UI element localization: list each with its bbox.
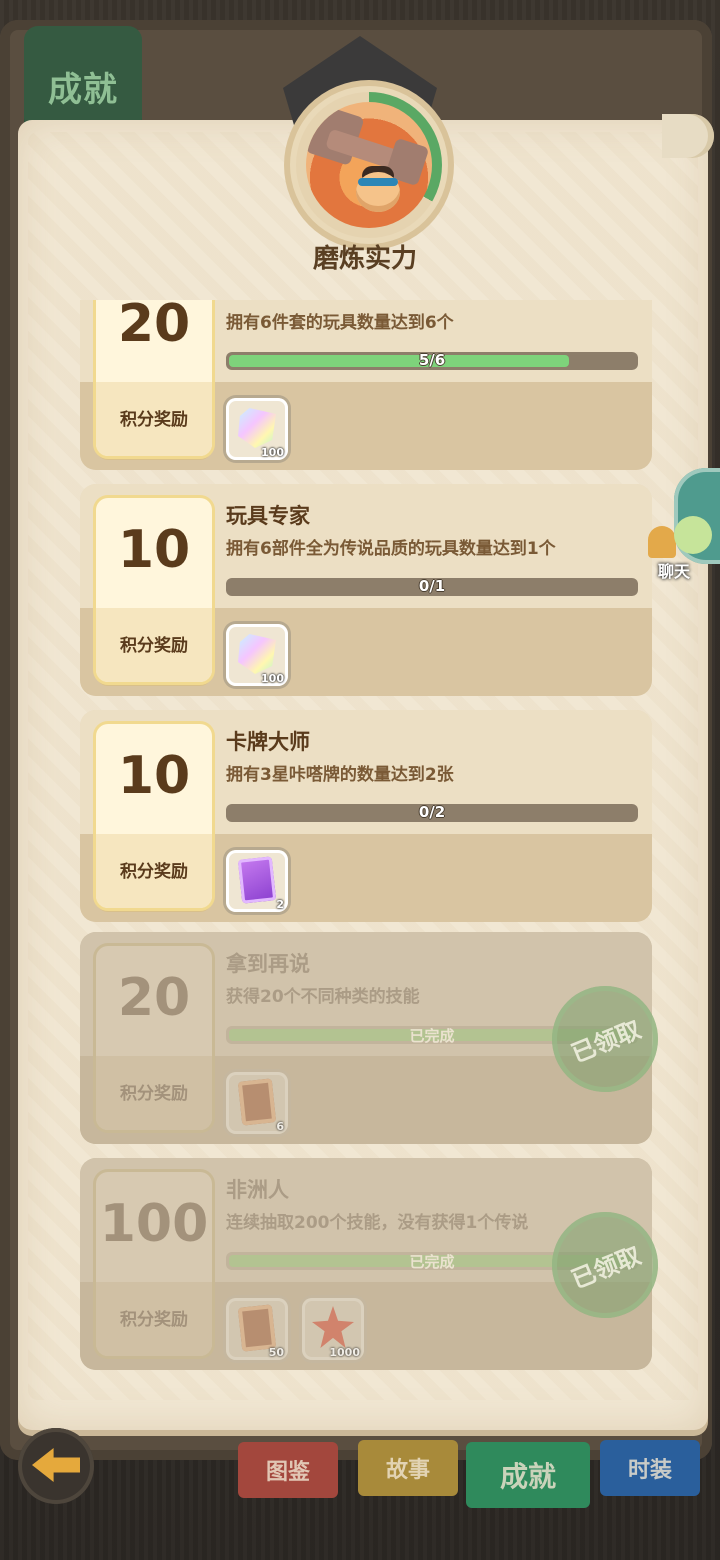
points-value: 100 <box>99 1194 209 1254</box>
progress-text: 5/6 <box>418 352 446 369</box>
points-badge: 20 积分奖励 <box>96 300 212 456</box>
achievement-medallion <box>290 86 448 244</box>
tab-label: 成就 <box>499 1460 556 1493</box>
points-label: 积分奖励 <box>120 862 188 882</box>
progress-bar: 0/2 <box>226 804 638 822</box>
reward-item[interactable]: 100 <box>226 624 288 686</box>
reward-count: 100 <box>261 446 284 459</box>
reward-item[interactable]: 6 <box>226 1072 288 1134</box>
achievement-card: 10 积分奖励 卡牌大师 拥有3星咔嗒牌的数量达到2张 0/2 2 <box>80 710 652 922</box>
points-label: 积分奖励 <box>120 410 188 430</box>
reward-count: 6 <box>276 1120 284 1133</box>
reward-item[interactable]: 100 <box>226 398 288 460</box>
reward-count: 1000 <box>329 1346 360 1359</box>
tab-story[interactable]: 故事 <box>358 1440 458 1496</box>
progress-bar: 5/6 <box>226 352 638 370</box>
achievement-desc: 连续抽取200个技能，没有获得1个传说 <box>226 1213 529 1233</box>
page-tab: 成就 <box>24 26 142 134</box>
reward-item[interactable]: 2 <box>226 850 288 912</box>
tab-label: 图鉴 <box>265 1460 310 1485</box>
points-badge: 20 积分奖励 <box>96 946 212 1130</box>
skill-scroll-icon <box>237 1304 277 1352</box>
tab-collection[interactable]: 图鉴 <box>238 1442 338 1498</box>
points-badge: 10 积分奖励 <box>96 724 212 908</box>
dumbbell-hero-icon <box>306 102 432 228</box>
starfish-icon <box>312 1306 354 1348</box>
achievement-card: 100 积分奖励 非洲人 连续抽取200个技能，没有获得1个传说 已完成 50 … <box>80 1158 666 1370</box>
tab-costume[interactable]: 时装 <box>600 1440 700 1496</box>
points-badge: 10 积分奖励 <box>96 498 212 682</box>
card-icon <box>237 856 277 904</box>
claimed-stamp-label: 已领取 <box>567 1240 645 1294</box>
achievement-card: 10 积分奖励 玩具专家 拥有6部件全为传说品质的玩具数量达到1个 0/1 10… <box>80 484 652 696</box>
achievement-desc: 拥有6部件全为传说品质的玩具数量达到1个 <box>226 539 556 559</box>
points-label: 积分奖励 <box>120 1084 188 1104</box>
tab-achievements[interactable]: 成就 <box>466 1442 590 1508</box>
achievement-title: 卡牌大师 <box>226 730 310 754</box>
reward-count: 50 <box>268 1346 284 1359</box>
page-tab-label: 成就 <box>48 70 118 110</box>
chat-icon[interactable] <box>648 526 676 558</box>
achievement-title: 玩具专家 <box>226 504 310 528</box>
tab-label: 时装 <box>627 1458 672 1483</box>
reward-item[interactable]: 1000 <box>302 1298 364 1360</box>
points-value: 10 <box>117 520 191 580</box>
chat-label[interactable]: 聊天 <box>658 558 690 582</box>
achievement-desc: 拥有6件套的玩具数量达到6个 <box>226 313 454 333</box>
points-label: 积分奖励 <box>120 636 188 656</box>
gem-icon <box>238 634 276 674</box>
points-value: 10 <box>117 746 191 806</box>
achievement-desc: 获得20个不同种类的技能 <box>226 987 420 1007</box>
skill-scroll-icon <box>237 1078 277 1126</box>
points-label: 积分奖励 <box>120 1310 188 1330</box>
points-value: 20 <box>117 968 191 1028</box>
progress-bar: 0/1 <box>226 578 638 596</box>
tab-label: 故事 <box>385 1458 430 1483</box>
claimed-stamp-label: 已领取 <box>567 1014 645 1068</box>
reward-item[interactable]: 50 <box>226 1298 288 1360</box>
reward-count: 2 <box>276 898 284 911</box>
achievement-title: 拿到再说 <box>226 952 310 976</box>
scroll-curl <box>662 114 714 158</box>
gem-icon <box>238 408 276 448</box>
achievement-title: 非洲人 <box>226 1178 289 1202</box>
back-button[interactable] <box>18 1428 94 1504</box>
achievement-list[interactable]: 20 积分奖励 拥有6件套的玩具数量达到6个 5/6 100 10 积分奖励 玩… <box>66 300 666 1370</box>
chat-emoji-icon[interactable] <box>674 516 712 554</box>
achievement-card: 20 积分奖励 拿到再说 获得20个不同种类的技能 已完成 6 已领取 <box>80 932 666 1144</box>
achievement-card: 20 积分奖励 拥有6件套的玩具数量达到6个 5/6 100 <box>80 300 652 470</box>
reward-count: 100 <box>261 672 284 685</box>
points-badge: 100 积分奖励 <box>96 1172 212 1356</box>
progress-text: 0/2 <box>418 804 446 821</box>
points-value: 20 <box>117 300 191 354</box>
achievement-desc: 拥有3星咔嗒牌的数量达到2张 <box>226 765 454 785</box>
back-arrow-icon <box>32 1448 80 1482</box>
category-title: 磨炼实力 <box>312 244 417 274</box>
progress-text: 0/1 <box>418 578 446 595</box>
